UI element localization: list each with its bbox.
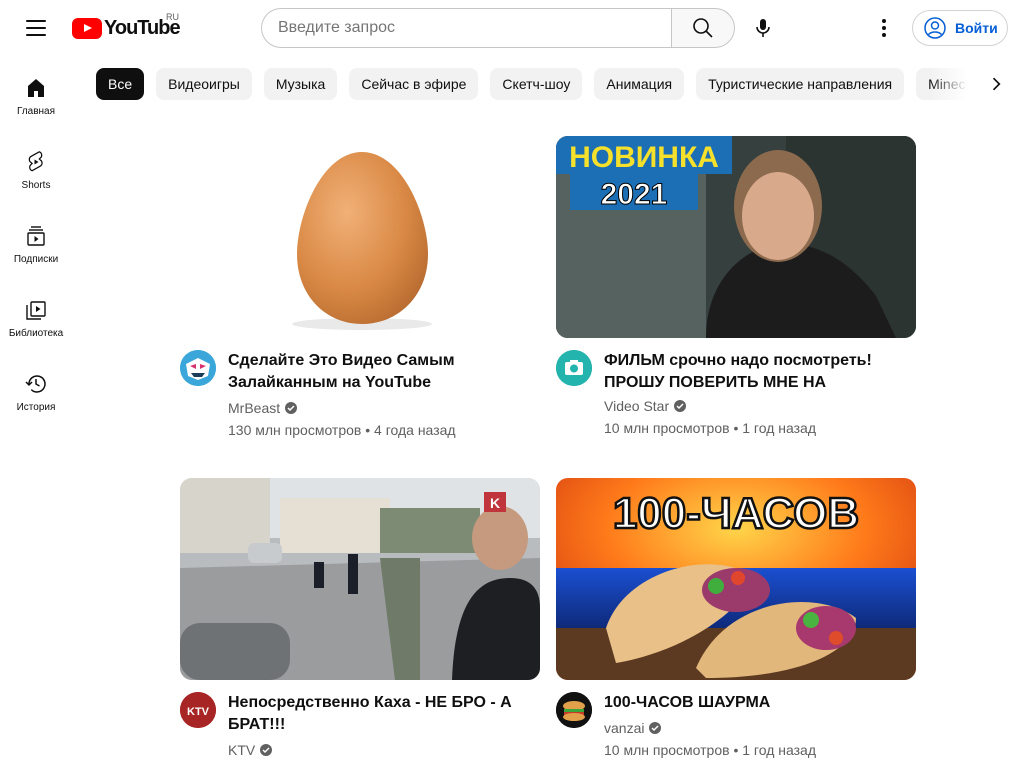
channel-avatar[interactable]: [556, 692, 592, 728]
channel-name-text: Video Star: [604, 398, 670, 414]
channel-avatar[interactable]: [556, 350, 592, 386]
history-icon: [25, 375, 46, 393]
sidebar-item-home[interactable]: Главная: [0, 56, 72, 130]
search-box: [261, 8, 735, 48]
chip-travel[interactable]: Туристические направления: [696, 68, 905, 100]
chip-all[interactable]: Все: [96, 68, 145, 100]
video-stats: 10 млн просмотров • 1 год назад: [604, 420, 816, 436]
video-stats: 10 млн просмотров • 1 год назад: [604, 742, 816, 758]
video-stats: 130 млн просмотров • 4 года назад: [228, 422, 456, 438]
view-count: 10 млн просмотров: [604, 742, 730, 758]
category-chips: Все Видеоигры Музыка Сейчас в эфире Скет…: [96, 68, 1024, 100]
chevron-right-icon: [992, 77, 1001, 91]
settings-button[interactable]: [864, 8, 904, 48]
channel-name[interactable]: Video Star: [604, 398, 687, 414]
channel-name[interactable]: KTV: [228, 742, 273, 758]
separator-dot: •: [733, 742, 743, 758]
video-thumbnail[interactable]: K: [180, 478, 540, 680]
video-star-avatar-icon: [556, 350, 592, 386]
thumb-text-new: НОВИНКА: [569, 141, 719, 174]
video-card: Сделайте Это Видео Самым Залайканным на …: [180, 136, 540, 438]
thumb-badge: K: [490, 495, 500, 511]
video-card: 100-ЧАСОВ 100-ЧАСОВ ШАУРМА vanzai 10 млн…: [556, 478, 916, 780]
microphone-icon: [756, 19, 770, 37]
channel-name-text: vanzai: [604, 720, 645, 736]
sidebar-item-library[interactable]: Библиотека: [0, 278, 72, 352]
home-icon: [28, 79, 44, 97]
verified-icon: [285, 402, 298, 414]
thumb-title-text: 100-ЧАСОВ: [613, 489, 859, 538]
upload-age: 1 год назад: [742, 420, 816, 436]
channel-name-text: KTV: [228, 742, 256, 758]
search-icon: [693, 18, 713, 38]
sidebar-item-label: Подписки: [13, 254, 59, 265]
chips-next-button[interactable]: [976, 64, 1016, 104]
video-card: K KTV Непосредственно Каха - НЕ БРО - А …: [180, 478, 540, 780]
youtube-play-icon: [72, 17, 102, 39]
egg-image: [292, 152, 432, 330]
sign-in-label: Войти: [955, 20, 998, 36]
video-meta: 100-ЧАСОВ ШАУРМА vanzai 10 млн просмотро…: [556, 680, 916, 780]
channel-name[interactable]: MrBeast: [228, 400, 298, 416]
chip-sketch[interactable]: Скетч-шоу: [490, 68, 583, 100]
shawarma-thumbnail-image: 100-ЧАСОВ: [556, 478, 916, 680]
vanzai-avatar-icon: [556, 692, 592, 728]
chip-animation[interactable]: Анимация: [594, 68, 685, 100]
video-card: НОВИНКА 2021 ФИЛЬМ срочно надо посмотрет…: [556, 136, 916, 438]
video-thumbnail[interactable]: 100-ЧАСОВ: [556, 478, 916, 680]
sidebar-item-shorts[interactable]: Shorts: [0, 130, 72, 204]
mrbeast-avatar-icon: [180, 350, 216, 386]
search-button[interactable]: [671, 8, 735, 48]
verified-icon: [674, 400, 687, 412]
sidebar-item-subscriptions[interactable]: Подписки: [0, 204, 72, 278]
separator-dot: •: [733, 420, 743, 436]
video-meta: KTV Непосредственно Каха - НЕ БРО - А БР…: [180, 680, 540, 780]
sidebar-item-label: Shorts: [21, 180, 51, 191]
channel-name[interactable]: vanzai: [604, 720, 662, 736]
thumb-text-year: 2021: [601, 178, 668, 211]
sidebar-item-history[interactable]: История: [0, 352, 72, 426]
upload-age: 1 год назад: [742, 742, 816, 758]
verified-icon: [260, 744, 273, 756]
voice-search-button[interactable]: [743, 8, 783, 48]
masthead: YouTube RU Войти: [0, 0, 1024, 56]
chip-music[interactable]: Музыка: [263, 68, 338, 100]
verified-icon: [649, 722, 662, 734]
sidebar-item-label: История: [16, 402, 56, 413]
search-input[interactable]: [261, 8, 671, 48]
more-vertical-icon: [882, 19, 886, 37]
ktv-avatar-icon: KTV: [180, 692, 216, 728]
mini-guide: Главная Shorts Подписки Библиотека Истор…: [0, 56, 72, 426]
upload-age: 4 года назад: [374, 422, 456, 438]
video-title[interactable]: Непосредственно Каха - НЕ БРО - А БРАТ!!…: [228, 692, 528, 736]
video-title[interactable]: ФИЛЬМ срочно надо посмотреть! ПРОШУ ПОВЕ…: [604, 350, 904, 394]
shorts-icon: [28, 151, 43, 172]
avatar-text: KTV: [187, 706, 210, 718]
video-thumbnail[interactable]: НОВИНКА 2021: [556, 136, 916, 338]
street-scene-image: K: [180, 478, 540, 680]
chip-live[interactable]: Сейчас в эфире: [349, 68, 479, 100]
chip-videogames[interactable]: Видеоигры: [156, 68, 252, 100]
subscriptions-icon: [27, 226, 45, 246]
view-count: 10 млн просмотров: [604, 420, 730, 436]
view-count: 130 млн просмотров: [228, 422, 362, 438]
video-title[interactable]: 100-ЧАСОВ ШАУРМА: [604, 692, 904, 714]
region-label: RU: [166, 12, 179, 22]
channel-avatar[interactable]: KTV: [180, 692, 216, 728]
sign-in-button[interactable]: Войти: [912, 10, 1008, 46]
separator-dot: •: [365, 422, 375, 438]
youtube-logo[interactable]: YouTube: [72, 17, 181, 39]
channel-name-text: MrBeast: [228, 400, 281, 416]
video-meta: Сделайте Это Видео Самым Залайканным на …: [180, 338, 540, 438]
channel-avatar[interactable]: [180, 350, 216, 386]
account-icon: [924, 17, 946, 39]
library-icon: [26, 301, 46, 320]
sidebar-item-label: Библиотека: [8, 328, 64, 339]
sidebar-item-label: Главная: [16, 106, 56, 117]
menu-icon[interactable]: [24, 16, 48, 40]
movie-thumbnail-image: НОВИНКА 2021: [556, 136, 916, 338]
video-meta: ФИЛЬМ срочно надо посмотреть! ПРОШУ ПОВЕ…: [556, 338, 916, 438]
video-thumbnail[interactable]: [180, 136, 540, 338]
video-title[interactable]: Сделайте Это Видео Самым Залайканным на …: [228, 350, 528, 394]
